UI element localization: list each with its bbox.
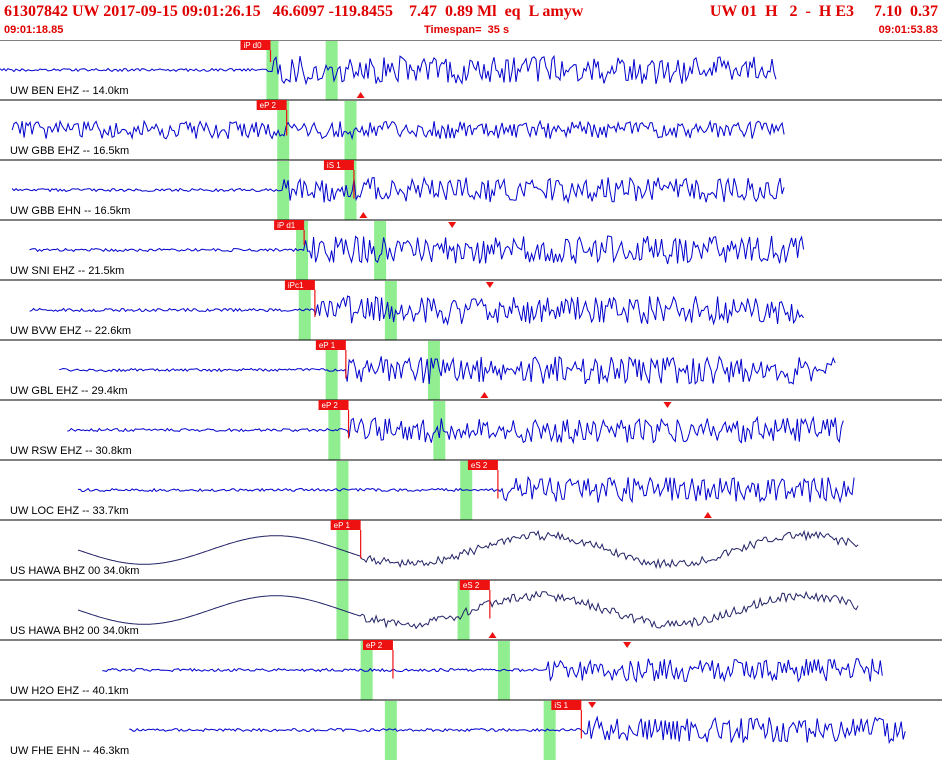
trace-row[interactable]: eP 1 US HAWA BHZ 00 34.0km [0,519,942,580]
seismogram-panel[interactable]: iP d0 UW BEN EHZ -- 14.0km eP 2 UW GBB EHZ … [0,39,942,760]
trace-row[interactable]: iPc1 UW BVW EHZ -- 22.6km [0,279,942,340]
station-label: UW BVW EHZ -- 22.6km [10,325,131,337]
pick-label: eP 2 [260,101,277,110]
pick-label: eP 2 [322,401,339,410]
time-window-marker [344,101,357,160]
trace-row[interactable]: iS 1 UW GBB EHN -- 16.5km [0,159,942,220]
station-label: UW GBB EHZ -- 16.5km [10,145,129,157]
trace-row[interactable]: eP 2 UW H2O EHZ -- 40.1km [0,639,942,700]
waveform-trace[interactable] [29,235,805,265]
waveform-trace[interactable] [67,415,844,445]
waveform-trace[interactable] [77,529,859,570]
pick-label: eS 2 [471,461,488,470]
station-label: US HAWA BH2 00 34.0km [10,625,139,637]
station-label: US HAWA BHZ 00 34.0km [10,565,139,577]
trace-row[interactable]: eS 2 UW LOC EHZ -- 33.7km [0,459,942,520]
timespan-label: Timespan= 35 s [424,24,510,36]
pick-label: iPc1 [288,281,304,290]
station-label: UW BEN EHZ -- 14.0km [10,85,129,97]
station-label: UW GBB EHN -- 16.5km [10,205,130,217]
station-label: UW H2O EHZ -- 40.1km [10,685,129,697]
station-label: UW LOC EHZ -- 33.7km [10,505,129,517]
waveform-trace[interactable] [11,119,785,141]
pick-label: iP d1 [277,221,296,230]
end-time: 09:01:53.83 [878,24,938,36]
trace-row[interactable]: eP 1 UW GBL EHZ -- 29.4km [0,339,942,400]
arrival-triangle [488,632,497,638]
pick-label: iP d0 [243,41,262,50]
pick-label: iS 1 [327,161,341,170]
station-label: UW SNI EHZ -- 21.5km [10,265,124,277]
pick-label: eS 2 [463,581,480,590]
trace-row[interactable]: iS 1 UW FHE EHN -- 46.3km [0,699,942,760]
trace-row[interactable]: eP 2 UW RSW EHZ -- 30.8km [0,399,942,460]
trace-row[interactable]: eS 2 US HAWA BH2 00 34.0km [0,579,942,640]
waveform-trace[interactable] [11,176,785,205]
header: 61307842 UW 2017-09-15 09:01:26.15 46.60… [0,0,942,40]
time-window-marker [325,41,338,100]
traces-svg[interactable]: iP d0 UW BEN EHZ -- 14.0km eP 2 UW GBB EHZ … [0,39,942,760]
pick-label: iS 1 [554,701,568,710]
event-title: 61307842 UW 2017-09-15 09:01:26.15 46.60… [4,3,584,20]
start-time: 09:01:18.85 [4,24,64,36]
pick-label: eP 1 [334,521,351,530]
arrival-triangle [588,702,597,708]
arrival-triangle [663,402,672,408]
station-label: UW RSW EHZ -- 30.8km [10,445,132,457]
waveform-trace[interactable] [102,658,883,683]
arrival-triangle [703,512,712,518]
station-label: UW GBL EHZ -- 29.4km [10,385,128,397]
waveform-trace[interactable] [129,715,906,745]
station-label: UW FHE EHN -- 46.3km [10,745,129,757]
event-title-right: UW 01 H 2 - H E3 7.10 0.37 [709,3,938,20]
waveform-trace[interactable] [59,355,836,385]
arrival-triangle [448,222,457,228]
trace-row[interactable]: iP d1 UW SNI EHZ -- 21.5km [0,219,942,280]
pick-label: eP 2 [366,641,383,650]
waveform-trace[interactable] [29,295,805,326]
arrival-triangle [356,92,365,98]
pick-label: eP 1 [319,341,336,350]
time-window-marker [374,221,387,280]
waveform-trace[interactable] [0,54,777,86]
arrival-triangle [359,212,368,218]
trace-row[interactable]: eP 2 UW GBB EHZ -- 16.5km [0,99,942,160]
arrival-triangle [623,642,632,648]
arrival-triangle [485,282,494,288]
arrival-triangle [480,392,489,398]
trace-row[interactable]: iP d0 UW BEN EHZ -- 14.0km [0,39,942,100]
